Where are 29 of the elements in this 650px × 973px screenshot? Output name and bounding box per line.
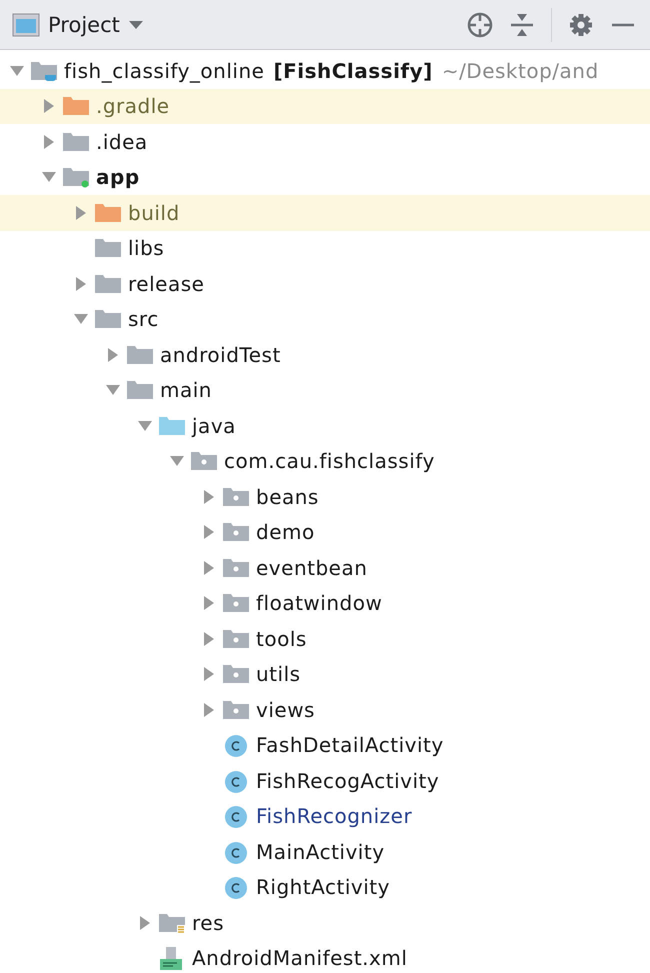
project-path: ~/Desktop/and	[442, 58, 599, 83]
tree-item-label[interactable]: .idea	[96, 130, 148, 154]
tree-item-label[interactable]: build	[128, 200, 180, 225]
tree-item-label[interactable]: FishRecogActivity	[256, 768, 440, 793]
tree-item-label[interactable]: java	[192, 414, 236, 438]
tree-item-label[interactable]: FashDetailActivity	[256, 733, 444, 758]
panel-title[interactable]: Project	[48, 12, 120, 36]
tree-item-label[interactable]: views	[256, 698, 315, 722]
tree-item-label[interactable]: app	[96, 165, 140, 190]
tree-item-label[interactable]: main	[160, 378, 212, 402]
tree-item-label[interactable]: utils	[256, 662, 301, 686]
tree-item-label[interactable]: .gradle	[96, 94, 170, 118]
tree-item-label[interactable]: libs	[128, 236, 164, 260]
tree-item-label[interactable]: com.cau.fishclassify	[224, 449, 435, 474]
tree-item-label[interactable]: floatwindow	[256, 591, 382, 616]
tree-item-label[interactable]: MainActivity	[256, 840, 385, 864]
tree-item-label[interactable]: AndroidManifest.xml	[192, 946, 408, 970]
tree-item-label[interactable]: release	[128, 272, 204, 296]
tree-item-label[interactable]: RightActivity	[256, 875, 390, 900]
tree-item-label[interactable]: demo	[256, 520, 315, 544]
tree-item-label[interactable]: res	[192, 910, 224, 935]
tree-item-label[interactable]: beans	[256, 484, 319, 509]
tree-item-label[interactable]: src	[128, 307, 159, 332]
module-name: [FishClassify]	[273, 58, 433, 83]
tree-item-label[interactable]: androidTest	[160, 342, 281, 367]
tree-item-label[interactable]: fish_classify_online	[64, 58, 264, 83]
tree-item-label[interactable]: FishRecognizer	[256, 804, 412, 828]
tree-item-label[interactable]: eventbean	[256, 556, 368, 580]
tree-item-label[interactable]: tools	[256, 626, 307, 651]
